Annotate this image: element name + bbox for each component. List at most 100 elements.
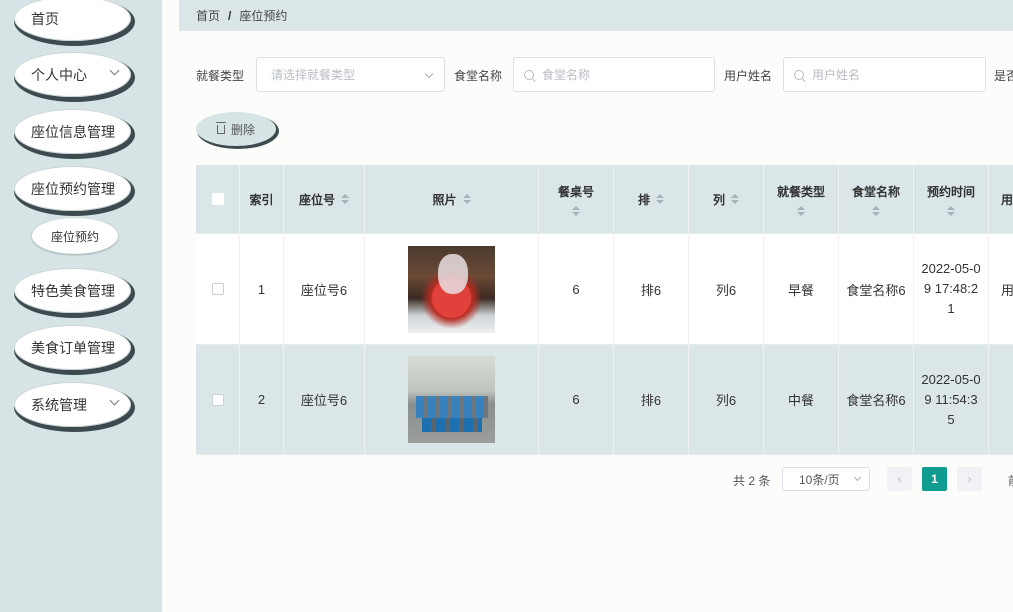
sidebar-item-label: 特色美食管理 <box>31 282 115 299</box>
sort-icon[interactable] <box>462 194 471 204</box>
page-size-value: 10条/页 <box>799 472 840 487</box>
sidebar-subitem-seat-booking[interactable]: 座位预约 <box>32 218 118 254</box>
meal-type-placeholder: 请选择就餐类型 <box>271 68 356 82</box>
chevron-down-icon <box>109 65 120 76</box>
header-row[interactable]: 排 <box>614 165 689 233</box>
delete-button-label: 删除 <box>230 122 255 137</box>
row-checkbox[interactable] <box>211 393 224 406</box>
time-text: 2022-05-09 17:48:21 <box>921 261 981 316</box>
header-label: 预约时间 <box>926 184 975 199</box>
sidebar-item-label: 座位信息管理 <box>31 123 115 140</box>
header-user: 用 <box>989 165 1013 233</box>
header-index: 索引 <box>240 165 284 233</box>
breadcrumb-separator: / <box>228 8 232 23</box>
sort-icon[interactable] <box>656 194 664 204</box>
table-row[interactable]: 1 座位号6 6 排6 列6 早餐 食堂名称6 2022-05-09 17:48… <box>196 234 1013 345</box>
page-size-select[interactable]: 10条/页 <box>782 467 870 491</box>
breadcrumb-home[interactable]: 首页 <box>196 7 220 24</box>
sidebar-item-label: 美食订单管理 <box>31 339 115 356</box>
header-label: 食堂名称 <box>851 184 900 199</box>
food-photo-image[interactable] <box>408 245 495 333</box>
meal-type-label: 就餐类型 <box>196 69 245 83</box>
row-checkbox[interactable] <box>211 283 224 295</box>
sort-icon[interactable] <box>572 205 580 216</box>
cell-meal-type: 早餐 <box>764 234 839 344</box>
cell-col: 列6 <box>689 345 764 454</box>
user-search-input[interactable]: 用户姓名 <box>783 57 986 92</box>
header-label: 座位号 <box>298 192 335 207</box>
cell-row: 排6 <box>614 345 689 454</box>
canteen-placeholder: 食堂名称 <box>542 68 591 82</box>
chevron-right-icon: › <box>967 472 972 486</box>
trash-icon <box>215 121 226 134</box>
sort-icon[interactable] <box>797 205 805 216</box>
sidebar-item-home[interactable]: 首页 <box>14 0 131 41</box>
chevron-down-icon <box>109 395 120 406</box>
booking-table: 索引 座位号 照片 餐桌号 排 列 就餐类型 食堂名称 预约时间 用 1 座位号… <box>196 165 1013 455</box>
extra-filter-label: 是否 <box>994 69 1013 83</box>
page-1-button[interactable]: 1 <box>922 467 947 491</box>
cell-time: 2022-05-09 11:54:35 <box>914 345 989 454</box>
cell-time: 2022-05-09 17:48:21 <box>914 234 989 344</box>
cell-seat-no: 座位号6 <box>284 234 365 344</box>
sidebar-item-seat-booking[interactable]: 座位预约管理 <box>14 166 131 211</box>
sidebar-item-label: 首页 <box>31 10 59 27</box>
sort-icon[interactable] <box>731 194 739 204</box>
sort-icon[interactable] <box>341 194 349 204</box>
sort-icon[interactable] <box>872 205 880 216</box>
sidebar-subitem-label: 座位预约 <box>50 229 99 244</box>
row-checkbox-cell <box>196 234 240 344</box>
main-content: 首页 / 座位预约 就餐类型 请选择就餐类型 食堂名称 食堂名称 用户姓名 用户… <box>162 0 1013 612</box>
sidebar-item-food[interactable]: 特色美食管理 <box>14 268 131 313</box>
sort-icon[interactable] <box>947 205 955 216</box>
cell-photo <box>365 234 539 344</box>
canteen-photo-image[interactable] <box>408 356 495 443</box>
cell-table-no: 6 <box>539 345 614 454</box>
header-label: 排 <box>637 192 650 207</box>
header-label: 列 <box>712 192 725 207</box>
table-row[interactable]: 2 座位号6 6 排6 列6 中餐 食堂名称6 2022-05-09 11:54… <box>196 345 1013 455</box>
meal-type-select[interactable]: 请选择就餐类型 <box>256 57 445 92</box>
header-seat-no[interactable]: 座位号 <box>284 165 365 233</box>
header-photo[interactable]: 照片 <box>365 165 539 233</box>
cell-col: 列6 <box>689 234 764 344</box>
cell-row: 排6 <box>614 234 689 344</box>
prev-page-button[interactable]: ‹ <box>887 467 912 491</box>
search-icon <box>794 69 804 80</box>
breadcrumb: 首页 / 座位预约 <box>179 0 1013 31</box>
sidebar: 首页 个人中心 座位信息管理 座位预约管理 座位预约 特色美食管理 美食订单管理… <box>0 0 162 612</box>
chevron-down-icon <box>853 473 862 482</box>
breadcrumb-current: 座位预约 <box>239 9 288 23</box>
canteen-search-input[interactable]: 食堂名称 <box>513 57 715 92</box>
search-icon <box>524 69 534 80</box>
sidebar-item-orders[interactable]: 美食订单管理 <box>14 325 131 370</box>
sidebar-item-profile[interactable]: 个人中心 <box>14 52 131 97</box>
table-header: 索引 座位号 照片 餐桌号 排 列 就餐类型 食堂名称 预约时间 用 <box>196 165 1013 234</box>
page-number: 1 <box>931 472 938 486</box>
time-text: 2022-05-09 11:54:35 <box>921 371 981 427</box>
chevron-left-icon: ‹ <box>897 472 902 486</box>
header-meal-type[interactable]: 就餐类型 <box>764 165 839 233</box>
header-time[interactable]: 预约时间 <box>914 165 989 233</box>
goto-label: 前 <box>1008 472 1013 489</box>
cell-index: 1 <box>240 234 284 344</box>
next-page-button[interactable]: › <box>957 467 982 491</box>
sidebar-item-label: 个人中心 <box>31 66 87 83</box>
header-table-no[interactable]: 餐桌号 <box>539 165 614 233</box>
canteen-label: 食堂名称 <box>454 69 503 83</box>
header-label: 就餐类型 <box>776 184 825 199</box>
sidebar-item-seat-info[interactable]: 座位信息管理 <box>14 109 131 154</box>
cell-photo <box>365 345 539 454</box>
pagination: 共 2 条 10条/页 ‹ 1 › 前 <box>162 467 1013 491</box>
cell-index: 2 <box>240 345 284 454</box>
cell-seat-no: 座位号6 <box>284 345 365 454</box>
header-canteen[interactable]: 食堂名称 <box>839 165 914 233</box>
row-checkbox-cell <box>196 345 240 454</box>
user-placeholder: 用户姓名 <box>812 68 861 82</box>
header-col[interactable]: 列 <box>689 165 764 233</box>
sidebar-item-label: 座位预约管理 <box>31 180 115 197</box>
delete-button[interactable]: 删除 <box>196 112 276 146</box>
select-all-checkbox[interactable] <box>211 193 224 205</box>
sidebar-item-system[interactable]: 系统管理 <box>14 382 131 427</box>
sidebar-item-label: 系统管理 <box>31 396 87 413</box>
